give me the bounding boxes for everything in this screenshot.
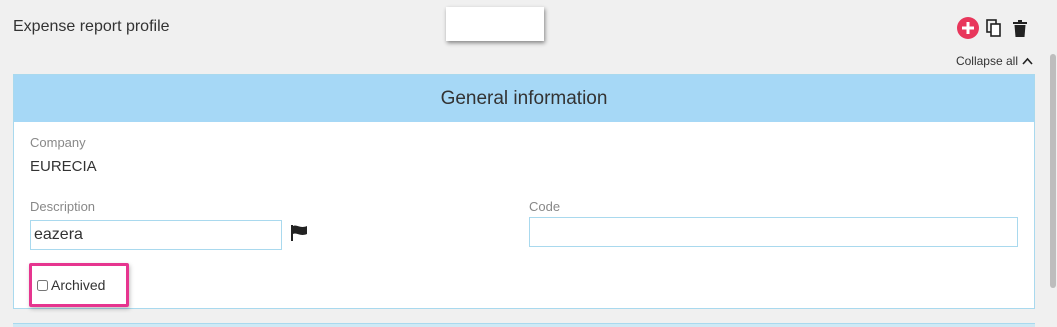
description-label: Description (30, 199, 96, 214)
duplicate-button[interactable] (983, 17, 1005, 39)
archived-label: Archived (51, 277, 106, 293)
general-information-panel: General information Company EURECIA Desc… (13, 74, 1035, 309)
copy-icon (986, 19, 1001, 37)
archived-checkbox[interactable] (37, 279, 48, 291)
add-button[interactable] (957, 17, 979, 39)
description-input[interactable] (30, 220, 282, 250)
trash-icon (1013, 19, 1027, 37)
archived-highlight: Archived (29, 263, 129, 307)
floating-popup (446, 7, 544, 41)
chevron-up-icon (1022, 57, 1033, 65)
delete-button[interactable] (1009, 17, 1031, 39)
plus-circle-icon (957, 17, 979, 39)
page-title: Expense report profile (13, 18, 170, 35)
code-input[interactable] (529, 217, 1018, 247)
section-title: General information (440, 87, 608, 109)
general-information-header[interactable]: General information (14, 75, 1034, 122)
header-toolbar (957, 17, 1031, 39)
flag-icon[interactable] (291, 225, 308, 241)
scrollbar[interactable] (1049, 0, 1057, 327)
code-label: Code (529, 199, 561, 214)
company-label: Company (30, 135, 86, 150)
scrollbar-thumb[interactable] (1050, 54, 1056, 288)
next-section-panel (13, 323, 1035, 327)
collapse-all-link[interactable]: Collapse all (956, 54, 1033, 68)
collapse-all-label: Collapse all (955, 54, 1018, 68)
company-value: EURECIA (30, 158, 97, 175)
